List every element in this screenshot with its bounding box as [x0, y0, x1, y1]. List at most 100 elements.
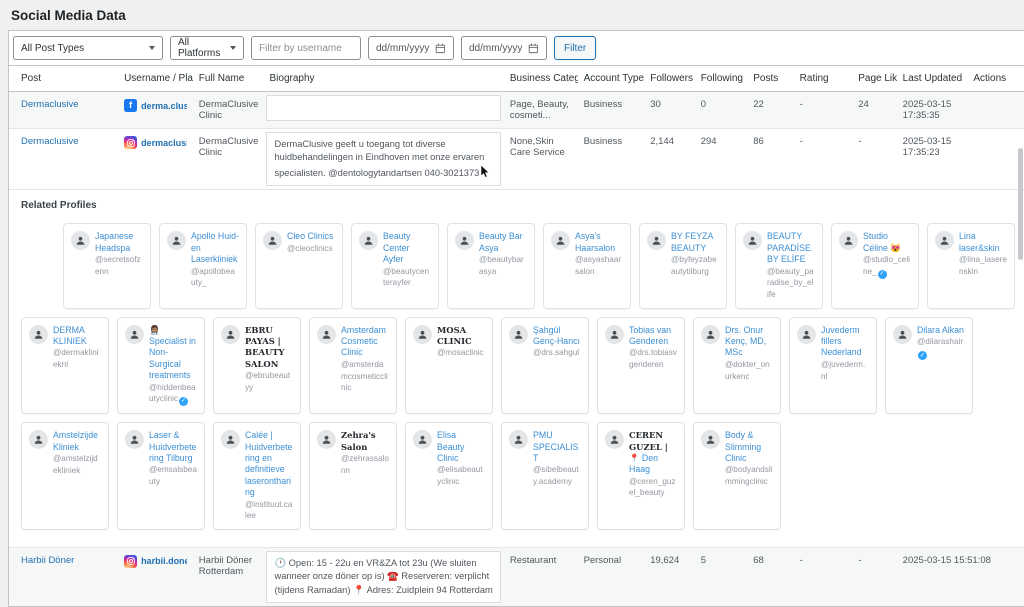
avatar: [509, 325, 528, 344]
person-avatar-icon: [267, 235, 278, 246]
profile-name-link[interactable]: EBRU PAYAS | BEAUTY SALON: [245, 325, 284, 369]
date-to-input[interactable]: dd/mm/yyyy: [461, 36, 547, 60]
person-avatar-icon: [609, 434, 620, 445]
person-avatar-icon: [171, 235, 182, 246]
avatar: [509, 430, 528, 449]
profile-card[interactable]: BY FEYZA BEAUTY @byfeyzabeautytilburg: [639, 223, 727, 308]
profile-name-link[interactable]: Elisa Beauty Clinic: [437, 430, 464, 463]
username-link[interactable]: harbii.doner: [141, 556, 187, 566]
profile-card-text: MOSA CLINIC @mosaclinic: [437, 325, 485, 406]
profile-card[interactable]: Lina laser&skin @lina_laserenskin: [927, 223, 1015, 308]
column-header-business-category: Business Category: [504, 66, 578, 92]
profile-name-link[interactable]: Amsterdam Cosmetic Clinic: [341, 325, 386, 358]
instagram-camera-glyph: [127, 139, 135, 147]
profile-username: @zehrassalonn: [341, 454, 389, 475]
avatar: [317, 325, 336, 344]
platform-select[interactable]: All Platforms: [170, 36, 244, 60]
avatar: [125, 325, 144, 344]
profile-card[interactable]: Beauty Bar Asya @beautybarasya: [447, 223, 535, 308]
verified-badge-icon: ✓: [878, 270, 887, 279]
profile-name-link[interactable]: Juvederm fillers Nederland: [821, 325, 862, 358]
profile-name-link[interactable]: Japanese Headspa: [95, 231, 133, 252]
profile-username: @hiddenbeautyclinic: [149, 383, 196, 404]
username-platform: harbii.doner: [124, 555, 187, 568]
profile-name-link[interactable]: Studio Céline 😻: [863, 231, 901, 252]
chevron-down-icon: [230, 46, 236, 50]
person-avatar-icon: [897, 329, 908, 340]
profile-card-text: Apollo Huid- en Laserkliniek @apollobeau…: [191, 231, 239, 300]
profile-card[interactable]: Elisa Beauty Clinic @elisabeautyclinic: [405, 422, 493, 530]
username-link[interactable]: derma.clusive.clinic: [141, 101, 187, 111]
username-link[interactable]: dermaclusive: [141, 138, 187, 148]
profile-name-link[interactable]: PMU SPECIALIST: [533, 430, 578, 463]
profile-username: @emsalsbeauty: [149, 465, 197, 486]
person-avatar-icon: [513, 329, 524, 340]
profile-username: @drs.tobiasvgenderen: [629, 348, 677, 369]
profile-name-link[interactable]: Amstelzijde Kliniek: [53, 430, 98, 451]
profile-name-link[interactable]: DERMA KLINIEK: [53, 325, 87, 346]
filter-button[interactable]: Filter: [554, 36, 596, 60]
profile-name-link[interactable]: Beauty Center Ayfer: [383, 231, 410, 264]
biography-cell: 🕐 Open: 15 - 22u en VR&ZA tot 23u (We sl…: [263, 547, 503, 606]
username-filter-input[interactable]: [251, 36, 361, 60]
page-likes-cell: 24: [852, 92, 896, 129]
profile-card[interactable]: Apollo Huid- en Laserkliniek @apollobeau…: [159, 223, 247, 308]
profile-name-link[interactable]: Lina laser&skin: [959, 231, 1000, 252]
column-header-posts: Posts: [747, 66, 793, 92]
profile-username: @instituut.calee: [245, 500, 292, 521]
profile-name-link[interactable]: BY FEYZA BEAUTY: [671, 231, 713, 252]
profile-card[interactable]: Amstelzijde Kliniek @amstelzijdekliniek: [21, 422, 109, 530]
post-link[interactable]: Dermaclusive: [21, 136, 79, 147]
profile-username: @dermaklinieknl: [53, 348, 99, 369]
person-avatar-icon: [417, 329, 428, 340]
profile-card[interactable]: Calée | Huidverbetering en definitieve l…: [213, 422, 301, 530]
profile-name-link[interactable]: Calée | Huidverbetering en definitieve l…: [245, 430, 292, 497]
profile-name-link[interactable]: BEAUTY PARADİSE BY ELİFE: [767, 231, 811, 264]
followers-cell: 30: [644, 92, 694, 129]
person-avatar-icon: [321, 329, 332, 340]
profile-card[interactable]: Body & Slimming Clinic @bodyandslimmingc…: [693, 422, 781, 530]
profile-name-link[interactable]: Tobias van Genderen: [629, 325, 671, 346]
profile-name-link[interactable]: Body & Slimming Clinic: [725, 430, 761, 463]
profile-card[interactable]: PMU SPECIALIST @sibelbeauty.academy: [501, 422, 589, 530]
profile-name-link[interactable]: 👩🏽‍⚕️ Specialist in Non-Surgical treatme…: [149, 325, 196, 381]
profile-name-link[interactable]: Apollo Huid- en Laserkliniek: [191, 231, 239, 264]
profile-name-link[interactable]: Laser & Huidverbetering Tilburg: [149, 430, 196, 463]
profile-card[interactable]: BEAUTY PARADİSE BY ELİFE @beauty_paradis…: [735, 223, 823, 308]
related-profiles-row: Related ProfilesJapanese Headspa @secret…: [9, 190, 1024, 548]
profile-name-link[interactable]: MOSA CLINIC: [437, 325, 472, 346]
post-type-select[interactable]: All Post Types: [13, 36, 163, 60]
avatar: [893, 325, 912, 344]
profile-card-text: Calée | Huidverbetering en definitieve l…: [245, 430, 293, 522]
profile-name-link[interactable]: Drs. Onur Kenç, MD, MSc: [725, 325, 766, 358]
vertical-scrollbar[interactable]: [1018, 148, 1023, 260]
profile-name-link[interactable]: Cleo Clinics: [287, 231, 333, 241]
profile-card[interactable]: Laser & Huidverbetering Tilburg @emsalsb…: [117, 422, 205, 530]
profile-card[interactable]: Asya's Haarsalon @asyashaarsalon: [543, 223, 631, 308]
username-platform-cell: fderma.clusive.clinic: [118, 92, 193, 129]
profile-card-text: DERMA KLINIEK @dermaklinieknl: [53, 325, 101, 406]
avatar: [551, 231, 570, 250]
last-updated-line: 2025-03-15 15:51:08: [903, 555, 962, 566]
table-row: Harbii Dönerharbii.donerHarbii Döner Rot…: [9, 547, 1024, 606]
profile-name-link[interactable]: Beauty Bar Asya: [479, 231, 523, 252]
profile-card[interactable]: CEREN GUZEL | 📍 Den Haag @ceren_guzel_be…: [597, 422, 685, 530]
person-avatar-icon: [129, 329, 140, 340]
profile-card[interactable]: Beauty Center Ayfer @beautycenterayfer: [351, 223, 439, 308]
profile-name-link[interactable]: Asya's Haarsalon: [575, 231, 615, 252]
social-media-table: PostUsername / PlatformFull NameBiograph…: [9, 66, 1024, 606]
profile-username: @beautycenterayfer: [383, 267, 429, 288]
profile-name-link[interactable]: Dilara Alkan: [917, 325, 964, 335]
profile-username: @beautybarasya: [479, 255, 524, 276]
date-from-input[interactable]: dd/mm/yyyy: [368, 36, 454, 60]
profile-card[interactable]: Studio Céline 😻 @studio_celine_✓: [831, 223, 919, 308]
profile-card[interactable]: Japanese Headspa @secretsofzenn: [63, 223, 151, 308]
rating-cell: -: [794, 547, 853, 606]
person-avatar-icon: [705, 329, 716, 340]
post-link[interactable]: Dermaclusive: [21, 99, 79, 110]
profile-name-link[interactable]: Şahgül Genç-Hancı: [533, 325, 580, 346]
profile-card[interactable]: Cleo Clinics @cleoclinics: [255, 223, 343, 308]
profile-card[interactable]: Zehra's Salon @zehrassalonn: [309, 422, 397, 530]
profile-name-link[interactable]: Zehra's Salon: [341, 430, 376, 451]
post-link[interactable]: Harbii Döner: [21, 555, 74, 566]
